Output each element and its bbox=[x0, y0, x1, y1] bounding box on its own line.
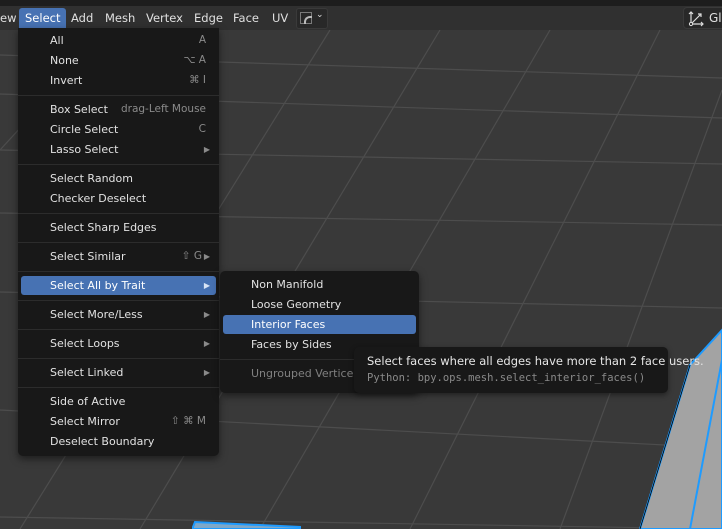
transform-orientation-dropdown[interactable]: Gl bbox=[683, 7, 722, 29]
menu-item-select-similar[interactable]: Select Similar ⇧ G ▶ bbox=[21, 247, 216, 266]
menu-item-select-linked[interactable]: Select Linked ▶ bbox=[21, 363, 216, 382]
orientation-label: Gl bbox=[709, 11, 722, 25]
menu-separator bbox=[18, 95, 219, 96]
item-label: Deselect Boundary bbox=[50, 435, 155, 448]
submenu-arrow-icon: ▶ bbox=[203, 339, 210, 348]
menu-item-none[interactable]: None ⌥ A bbox=[21, 51, 216, 70]
item-label: Select Linked bbox=[50, 366, 124, 379]
item-shortcut: A bbox=[198, 34, 206, 46]
submenu-arrow-icon: ▶ bbox=[203, 145, 210, 154]
menu-separator bbox=[18, 358, 219, 359]
item-shortcut: drag-Left Mouse bbox=[120, 103, 206, 115]
select-mode-dropdown[interactable]: ⌄ bbox=[296, 8, 328, 29]
menu-item-select-more-less[interactable]: Select More/Less ▶ bbox=[21, 305, 216, 324]
menu-separator bbox=[18, 329, 219, 330]
submenu-item-interior-faces[interactable]: Interior Faces bbox=[223, 315, 416, 334]
tooltip-python: Python: bpy.ops.mesh.select_interior_fac… bbox=[367, 372, 646, 384]
selected-mesh-bottom[interactable] bbox=[192, 520, 301, 529]
menu-separator bbox=[18, 271, 219, 272]
menu-item-checker-deselect[interactable]: Checker Deselect bbox=[21, 189, 216, 208]
menu-uv[interactable]: UV bbox=[266, 8, 294, 28]
menu-item-lasso-select[interactable]: Lasso Select ▶ bbox=[21, 140, 216, 159]
item-label: Faces by Sides bbox=[251, 338, 332, 351]
menu-item-box-select[interactable]: Box Select drag-Left Mouse bbox=[21, 100, 216, 119]
item-label: Invert bbox=[50, 74, 83, 87]
menu-separator bbox=[18, 242, 219, 243]
menu-vertex[interactable]: Vertex bbox=[140, 8, 189, 28]
item-label: All bbox=[50, 34, 64, 47]
item-label: Interior Faces bbox=[251, 318, 326, 331]
tooltip-description: Select faces where all edges have more t… bbox=[367, 354, 704, 368]
menu-item-deselect-boundary[interactable]: Deselect Boundary bbox=[21, 432, 216, 451]
item-label: Loose Geometry bbox=[251, 298, 342, 311]
item-label: Side of Active bbox=[50, 395, 126, 408]
submenu-arrow-icon: ▶ bbox=[203, 281, 210, 290]
menu-item-select-loops[interactable]: Select Loops ▶ bbox=[21, 334, 216, 353]
item-label: Circle Select bbox=[50, 123, 119, 136]
mesh-face[interactable] bbox=[192, 520, 301, 529]
item-label: Select Mirror bbox=[50, 415, 120, 428]
item-label: Non Manifold bbox=[251, 278, 324, 291]
transform-orientation-icon bbox=[688, 11, 704, 27]
item-label: Lasso Select bbox=[50, 143, 119, 156]
submenu-arrow-icon: ▶ bbox=[203, 310, 210, 319]
submenu-item-non-manifold[interactable]: Non Manifold bbox=[223, 275, 416, 294]
menu-separator bbox=[18, 300, 219, 301]
grid-line bbox=[0, 516, 722, 529]
edge-select-mode-icon bbox=[300, 12, 312, 24]
item-shortcut: ⇧ ⌘ M bbox=[170, 415, 206, 427]
menu-item-select-all-by-trait[interactable]: Select All by Trait ▶ bbox=[21, 276, 216, 295]
item-label: Select Similar bbox=[50, 250, 126, 263]
item-shortcut: C bbox=[198, 123, 206, 135]
select-menu: All A None ⌥ A Invert ⌘ I Box Select dra… bbox=[18, 28, 219, 456]
operator-tooltip: Select faces where all edges have more t… bbox=[354, 347, 704, 393]
submenu-arrow-icon: ▶ bbox=[203, 252, 210, 261]
menu-select[interactable]: Select bbox=[19, 8, 67, 28]
menu-separator bbox=[18, 387, 219, 388]
item-shortcut: ⌥ A bbox=[183, 54, 206, 66]
menu-item-all[interactable]: All A bbox=[21, 31, 216, 50]
submenu-arrow-icon: ▶ bbox=[203, 368, 210, 377]
menu-separator bbox=[18, 164, 219, 165]
menu-item-invert[interactable]: Invert ⌘ I bbox=[21, 71, 216, 90]
menu-item-side-of-active[interactable]: Side of Active bbox=[21, 392, 216, 411]
submenu-item-loose-geometry[interactable]: Loose Geometry bbox=[223, 295, 416, 314]
item-label: Select Loops bbox=[50, 337, 120, 350]
menu-item-select-sharp-edges[interactable]: Select Sharp Edges bbox=[21, 218, 216, 237]
item-label: Select More/Less bbox=[50, 308, 143, 321]
item-label: Ungrouped Vertices bbox=[251, 367, 360, 380]
item-shortcut: ⇧ G bbox=[181, 250, 202, 262]
menu-add[interactable]: Add bbox=[65, 8, 99, 28]
menu-separator bbox=[18, 213, 219, 214]
item-label: Select Sharp Edges bbox=[50, 221, 157, 234]
grid-line bbox=[409, 30, 661, 529]
item-label: Select Random bbox=[50, 172, 133, 185]
menu-item-select-mirror[interactable]: Select Mirror ⇧ ⌘ M bbox=[21, 412, 216, 431]
menu-mesh[interactable]: Mesh bbox=[99, 8, 141, 28]
chevron-down-icon: ⌄ bbox=[316, 10, 324, 20]
item-label: None bbox=[50, 54, 79, 67]
menu-face[interactable]: Face bbox=[227, 8, 265, 28]
item-shortcut: ⌘ I bbox=[189, 74, 206, 86]
menu-item-select-random[interactable]: Select Random bbox=[21, 169, 216, 188]
item-label: Select All by Trait bbox=[50, 279, 146, 292]
menu-item-circle-select[interactable]: Circle Select C bbox=[21, 120, 216, 139]
item-label: Checker Deselect bbox=[50, 192, 147, 205]
item-label: Box Select bbox=[50, 103, 108, 116]
menu-edge[interactable]: Edge bbox=[188, 8, 229, 28]
